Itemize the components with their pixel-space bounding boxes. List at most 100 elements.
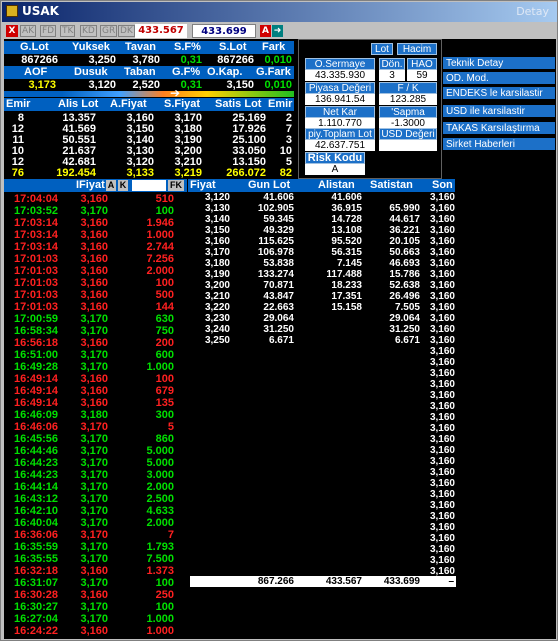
trade-row[interactable]: 17:03:52 3,170 100	[6, 205, 186, 217]
a-button[interactable]: A	[260, 25, 271, 37]
trade-row[interactable]: 16:56:18 3,160 200	[6, 337, 186, 349]
menu-sirket-haberleri[interactable]: Sirket Haberleri	[443, 138, 555, 151]
trade-row[interactable]: 17:01:03 3,160 2.000	[6, 265, 186, 277]
trade-row[interactable]: 16:46:06 3,170 5	[6, 421, 186, 433]
trade-row[interactable]: 16:30:28 3,160 250	[6, 589, 186, 601]
trade-lot: 1.946	[146, 217, 174, 229]
trade-price: 3,160	[80, 301, 108, 313]
distribution-row[interactable]: 3,180 53.838 7.145 46.693	[190, 258, 430, 269]
trade-time: 16:44:23	[13, 469, 58, 481]
menu-endeks-karsilastir[interactable]: ENDEKS le karsilastir	[443, 87, 555, 100]
fd-button[interactable]: FD	[40, 25, 57, 37]
trade-row[interactable]: 16:31:07 3,170 100	[6, 577, 186, 589]
trade-time: 17:01:03	[13, 253, 58, 265]
header-satistan[interactable]: Satistan	[370, 179, 413, 192]
trade-row[interactable]: 17:01:03 3,160 144	[6, 301, 186, 313]
trade-row[interactable]: 16:40:04 3,170 2.000	[6, 517, 186, 529]
trade-lot: 5.000	[146, 457, 174, 469]
a-filter-button[interactable]: A	[106, 180, 116, 191]
distribution-row[interactable]: 3,200 70.871 18.233 52.638	[190, 280, 430, 291]
tk-button[interactable]: TK	[60, 25, 76, 37]
header-gun-lot[interactable]: Gun Lot	[248, 179, 290, 192]
distribution-row[interactable]: 3,130 102.905 36.915 65.990	[190, 203, 430, 214]
dist-alistan: 14.728	[331, 214, 362, 225]
trade-price: 3,160	[80, 565, 108, 577]
distribution-row[interactable]: 3,250 6.671 6.671	[190, 335, 430, 346]
trade-row[interactable]: 16:27:04 3,170 1.000	[6, 613, 186, 625]
trade-lot: 2.500	[146, 493, 174, 505]
close-icon[interactable]: X	[6, 25, 18, 37]
ak-button[interactable]: AK	[20, 25, 37, 37]
trade-row[interactable]: 16:45:56 3,170 860	[6, 433, 186, 445]
trade-row[interactable]: 16:24:22 3,160 1.000	[6, 625, 186, 637]
title-bar[interactable]: USAK Detay	[2, 2, 557, 22]
trade-row[interactable]: 16:42:10 3,170 4.633	[6, 505, 186, 517]
trade-row[interactable]: 16:58:34 3,170 750	[6, 325, 186, 337]
distribution-row[interactable]: 3,210 43.847 17.351 26.496	[190, 291, 430, 302]
menu-usd-karsilastir[interactable]: USD ile karsilastir	[443, 105, 555, 118]
header-alistan[interactable]: Alistan	[318, 179, 355, 192]
trade-row[interactable]: 17:03:14 3,160 1.000	[6, 229, 186, 241]
trade-lot: 7.500	[146, 553, 174, 565]
trade-lot: 100	[155, 373, 174, 385]
trade-row[interactable]: 16:44:46 3,170 5.000	[6, 445, 186, 457]
distribution-row[interactable]: 3,220 22.663 15.158 7.505	[190, 302, 430, 313]
trade-time: 16:49:14	[13, 397, 58, 409]
trade-row[interactable]: 16:35:59 3,170 1.793	[6, 541, 186, 553]
k-filter-button[interactable]: K	[118, 180, 128, 191]
trade-row[interactable]: 16:49:28 3,170 1.000	[6, 361, 186, 373]
trade-row[interactable]: 17:03:14 3,160 2.744	[6, 241, 186, 253]
header-fiyat[interactable]: Fiyat	[190, 179, 216, 192]
distribution-row[interactable]: 3,190 133.274 117.488 15.786	[190, 269, 430, 280]
menu-teknik-detay[interactable]: Teknik Detay	[443, 57, 555, 70]
distribution-row[interactable]: 3,120 41.606 41.606	[190, 192, 430, 203]
trade-row[interactable]: 16:46:09 3,180 300	[6, 409, 186, 421]
trade-row[interactable]: 16:44:14 3,170 2.000	[6, 481, 186, 493]
dist-gun-lot: 43.847	[263, 291, 294, 302]
trade-row[interactable]: 16:51:00 3,170 600	[6, 349, 186, 361]
trade-row[interactable]: 16:36:06 3,170 7	[6, 529, 186, 541]
trade-row[interactable]: 17:00:59 3,170 630	[6, 313, 186, 325]
son-value: 3,160	[429, 346, 455, 357]
trade-price: 3,160	[80, 289, 108, 301]
dk-button[interactable]: DK	[118, 25, 135, 37]
trade-row[interactable]: 16:44:23 3,170 3.000	[6, 469, 186, 481]
trade-row[interactable]: 16:32:18 3,160 1.373	[6, 565, 186, 577]
header-son[interactable]: Son	[432, 179, 453, 192]
distribution-row[interactable]: 3,160 115.625 95.520 20.105	[190, 236, 430, 247]
gr-button[interactable]: GR	[100, 25, 118, 37]
trade-row[interactable]: 16:44:23 3,170 5.000	[6, 457, 186, 469]
trade-price: 3,170	[80, 481, 108, 493]
header-a-fiyat: A.Fiyat	[110, 98, 147, 110]
trade-row[interactable]: 16:49:14 3,160 679	[6, 385, 186, 397]
trade-row[interactable]: 17:03:14 3,160 1.946	[6, 217, 186, 229]
detay-label[interactable]: Detay	[516, 5, 549, 18]
trade-row[interactable]: 16:43:12 3,170 2.500	[6, 493, 186, 505]
trade-price: 3,170	[80, 433, 108, 445]
distribution-row[interactable]: 3,140 59.345 14.728 44.617	[190, 214, 430, 225]
filter-input[interactable]	[132, 180, 166, 191]
trade-time: 16:46:06	[13, 421, 58, 433]
menu-takas-karsilastirma[interactable]: TAKAS Karsılaştırma	[443, 122, 555, 135]
trade-row[interactable]: 16:30:27 3,170 100	[6, 601, 186, 613]
trade-row[interactable]: 17:01:03 3,160 100	[6, 277, 186, 289]
dist-satistan: 44.617	[389, 214, 420, 225]
distribution-row[interactable]: 3,170 106.978 56.315 50.663	[190, 247, 430, 258]
trade-row[interactable]: 16:35:55 3,170 7.500	[6, 553, 186, 565]
trade-row[interactable]: 16:49:14 3,160 135	[6, 397, 186, 409]
trade-row[interactable]: 17:04:04 3,160 510	[6, 193, 186, 205]
trade-row[interactable]: 16:49:14 3,160 100	[6, 373, 186, 385]
distribution-row[interactable]: 3,150 49.329 13.108 36.221	[190, 225, 430, 236]
hacim-button[interactable]: Hacim	[397, 43, 437, 55]
fk-button[interactable]: FK	[168, 180, 184, 191]
trade-row[interactable]: 17:01:03 3,160 7.256	[6, 253, 186, 265]
header-ifiyat[interactable]: IFiyat	[76, 179, 105, 192]
trade-row[interactable]: 17:01:03 3,160 500	[6, 289, 186, 301]
arrow-right-icon[interactable]: ➜	[272, 25, 283, 37]
total-satistan: 433.699	[383, 576, 420, 587]
distribution-row[interactable]: 3,230 29.064 29.064	[190, 313, 430, 324]
kd-button[interactable]: KD	[80, 25, 97, 37]
menu-od-mod[interactable]: OD. Mod.	[443, 72, 555, 85]
distribution-row[interactable]: 3,240 31.250 31.250	[190, 324, 430, 335]
lot-button[interactable]: Lot	[371, 43, 393, 55]
